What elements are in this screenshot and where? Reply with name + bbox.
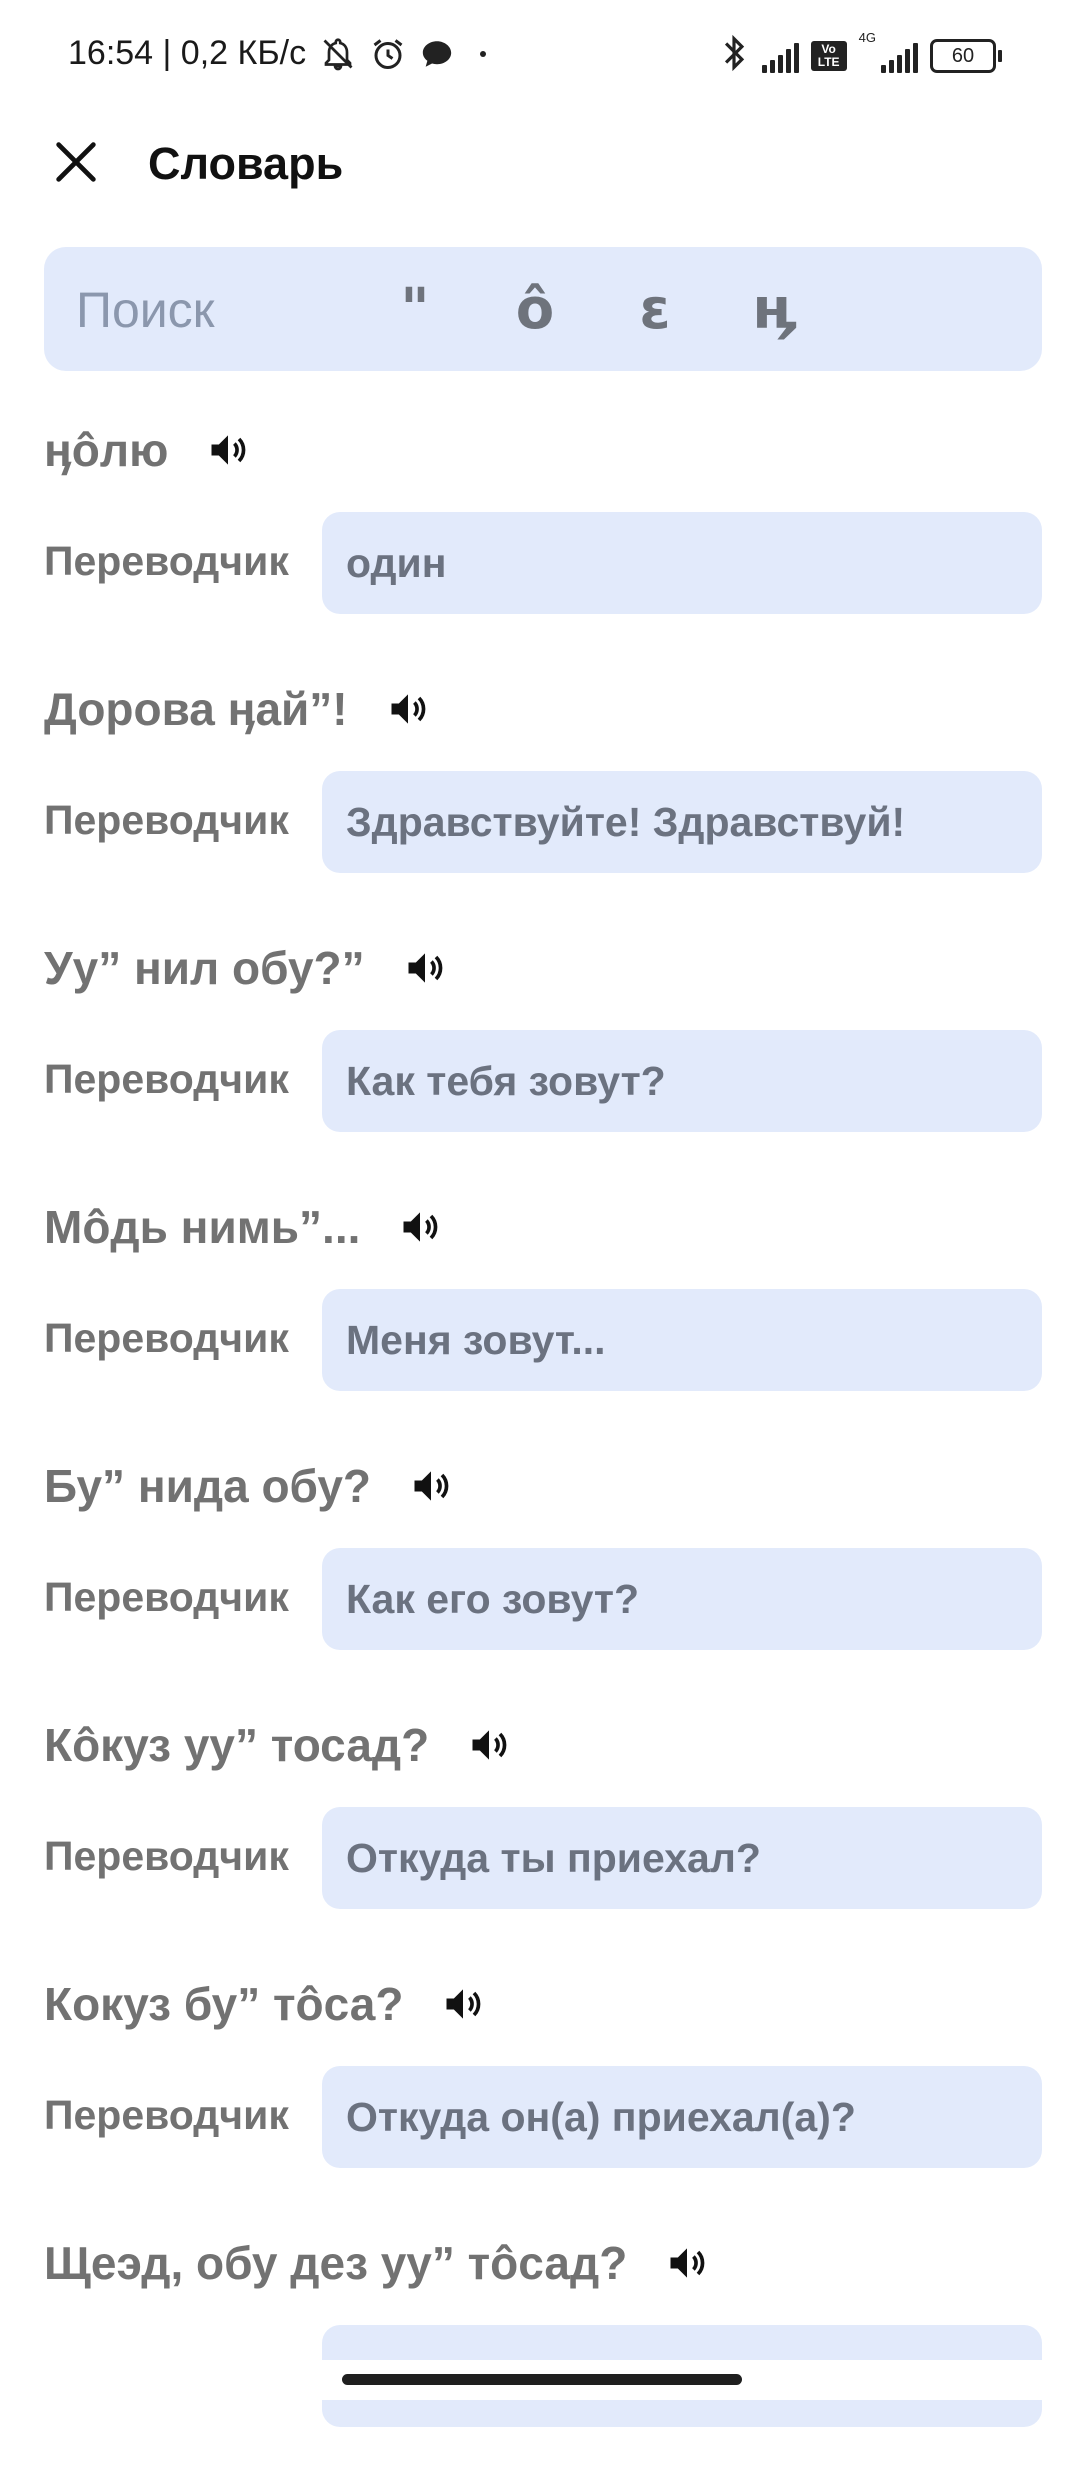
translator-label: Переводчик <box>44 797 289 843</box>
list-item: Уу” нил обу?” Переводчик Как тебя зовут? <box>0 932 1080 1192</box>
translation-field[interactable]: Как его зовут? <box>322 1548 1042 1650</box>
phrase-row: Бу” нида обу? <box>44 1450 455 1522</box>
bell-off-icon <box>320 36 356 72</box>
battery-level: 60 <box>930 38 996 73</box>
list-item: Бу” нида обу? Переводчик Как его зовут? <box>0 1450 1080 1710</box>
status-time: 16:54 | 0,2 КБ/с <box>68 34 307 72</box>
translation-text: Как тебя зовут? <box>346 1058 666 1104</box>
speaker-icon[interactable] <box>663 2239 711 2287</box>
signal-strength-icon <box>759 39 799 73</box>
speaker-icon[interactable] <box>439 1980 487 2028</box>
translator-label: Переводчик <box>44 1056 289 1102</box>
app-bar: Словарь <box>0 120 1080 208</box>
phrase-row: Щеэд, обу дез уу” тôсад? <box>44 2227 711 2299</box>
phrase-row: ӊôлю <box>44 414 252 486</box>
speaker-icon[interactable] <box>384 685 432 733</box>
translation-text: Здравствуйте! Здравствуй! <box>346 799 906 845</box>
close-icon <box>50 136 102 193</box>
special-char-quote-button[interactable]: " <box>370 269 460 349</box>
speaker-icon[interactable] <box>407 1462 455 1510</box>
list-item: Кокуз бу” тôса? Переводчик Откуда он(а) … <box>0 1968 1080 2228</box>
network-type: 4G <box>858 30 876 45</box>
phrase-row: Мôдь нимь”... <box>44 1191 444 1263</box>
translation-field[interactable]: Здравствуйте! Здравствуй! <box>322 771 1042 873</box>
list-item: Кôкуз уу” тосад? Переводчик Откуда ты пр… <box>0 1709 1080 1969</box>
translation-text: Меня зовут... <box>346 1317 606 1363</box>
close-button[interactable] <box>44 132 108 196</box>
translation-field[interactable]: Откуда он(а) приехал(а)? <box>322 2066 1042 2168</box>
speaker-icon[interactable] <box>401 944 449 992</box>
phrase-text: Щеэд, обу дез уу” тôсад? <box>44 2237 628 2289</box>
translation-field[interactable]: Откуда ты приехал? <box>322 1807 1042 1909</box>
speaker-icon[interactable] <box>465 1721 513 1769</box>
bluetooth-icon <box>721 34 747 77</box>
list-item: Дорова ӊай”! Переводчик Здравствуйте! Зд… <box>0 673 1080 933</box>
search-box: " ô ɛ ӊ <box>44 247 1042 371</box>
translator-label: Переводчик <box>44 538 289 584</box>
translation-text: Откуда он(а) приехал(а)? <box>346 2094 856 2140</box>
phrase-row: Кокуз бу” тôса? <box>44 1968 487 2040</box>
list-item: ӊôлю Переводчик один <box>0 414 1080 674</box>
phrase-text: Кокуз бу” тôса? <box>44 1978 404 2030</box>
phrase-row: Уу” нил обу?” <box>44 932 449 1004</box>
special-char-o-circumflex-button[interactable]: ô <box>490 269 580 349</box>
dot-icon <box>468 39 498 69</box>
phrase-row: Дорова ӊай”! <box>44 673 432 745</box>
list-item: Щеэд, обу дез уу” тôсад? <box>0 2227 1080 2487</box>
page-title: Словарь <box>148 138 344 189</box>
phrase-text: ӊôлю <box>44 424 169 476</box>
translator-label: Переводчик <box>44 2092 289 2138</box>
list-item: Мôдь нимь”... Переводчик Меня зовут... <box>0 1191 1080 1451</box>
signal-strength-2-icon <box>878 39 918 73</box>
status-right: Vo LTE 4G 60 <box>709 30 1002 77</box>
gesture-bar[interactable] <box>342 2374 742 2385</box>
battery-icon: 60 <box>930 38 1002 73</box>
translation-text: Как его зовут? <box>346 1576 640 1622</box>
status-left: 16:54 | 0,2 КБ/с <box>68 34 498 73</box>
special-char-en-hook-button[interactable]: ӊ <box>730 269 820 349</box>
translation-field[interactable]: Как тебя зовут? <box>322 1030 1042 1132</box>
alarm-icon <box>370 36 406 72</box>
phrase-text: Уу” нил обу?” <box>44 942 365 994</box>
translation-field[interactable]: один <box>322 512 1042 614</box>
translator-label: Переводчик <box>44 1833 289 1879</box>
special-char-open-e-button[interactable]: ɛ <box>610 269 700 349</box>
chat-icon <box>420 37 454 71</box>
translation-text: Откуда ты приехал? <box>346 1835 761 1881</box>
translator-label: Переводчик <box>44 1574 289 1620</box>
translator-label: Переводчик <box>44 1315 289 1361</box>
translation-text: один <box>346 540 447 586</box>
phrase-text: Кôкуз уу” тосад? <box>44 1719 430 1771</box>
volte-badge: Vo LTE <box>810 40 847 71</box>
phrase-text: Мôдь нимь”... <box>44 1201 361 1253</box>
translation-field[interactable]: Меня зовут... <box>322 1289 1042 1391</box>
phrase-row: Кôкуз уу” тосад? <box>44 1709 513 1781</box>
phrase-text: Бу” нида обу? <box>44 1460 372 1512</box>
status-bar: 16:54 | 0,2 КБ/с Vo LTE 4G 60 <box>0 0 1080 120</box>
speaker-icon[interactable] <box>396 1203 444 1251</box>
speaker-icon[interactable] <box>204 426 252 474</box>
phrase-text: Дорова ӊай”! <box>44 683 348 735</box>
